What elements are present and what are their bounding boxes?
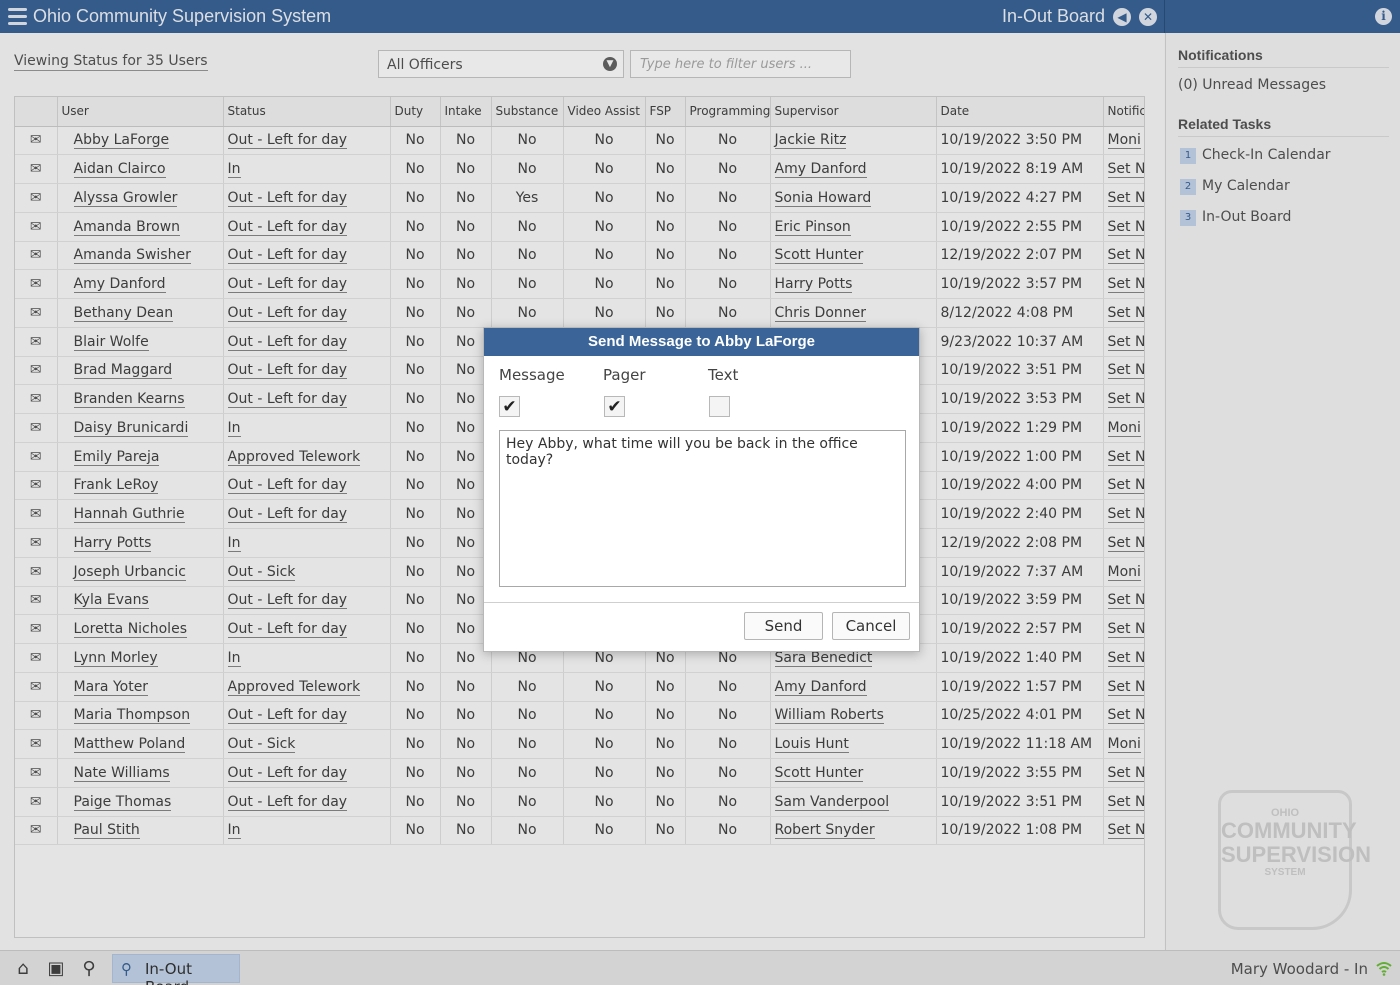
send-message-dialog: Send Message to Abby LaForge Message Pag… (483, 327, 920, 652)
message-textarea[interactable]: Hey Abby, what time will you be back in … (499, 430, 906, 587)
dialog-divider (484, 602, 919, 603)
cancel-button[interactable]: Cancel (832, 612, 910, 640)
send-button[interactable]: Send (744, 612, 823, 640)
text-option-label: Text (708, 366, 739, 384)
pager-option-label: Pager (603, 366, 646, 384)
dialog-title: Send Message to Abby LaForge (484, 328, 919, 356)
text-checkbox[interactable] (709, 396, 730, 417)
message-option-label: Message (499, 366, 565, 384)
message-checkbox[interactable]: ✔ (499, 396, 520, 417)
pager-checkbox[interactable]: ✔ (604, 396, 625, 417)
